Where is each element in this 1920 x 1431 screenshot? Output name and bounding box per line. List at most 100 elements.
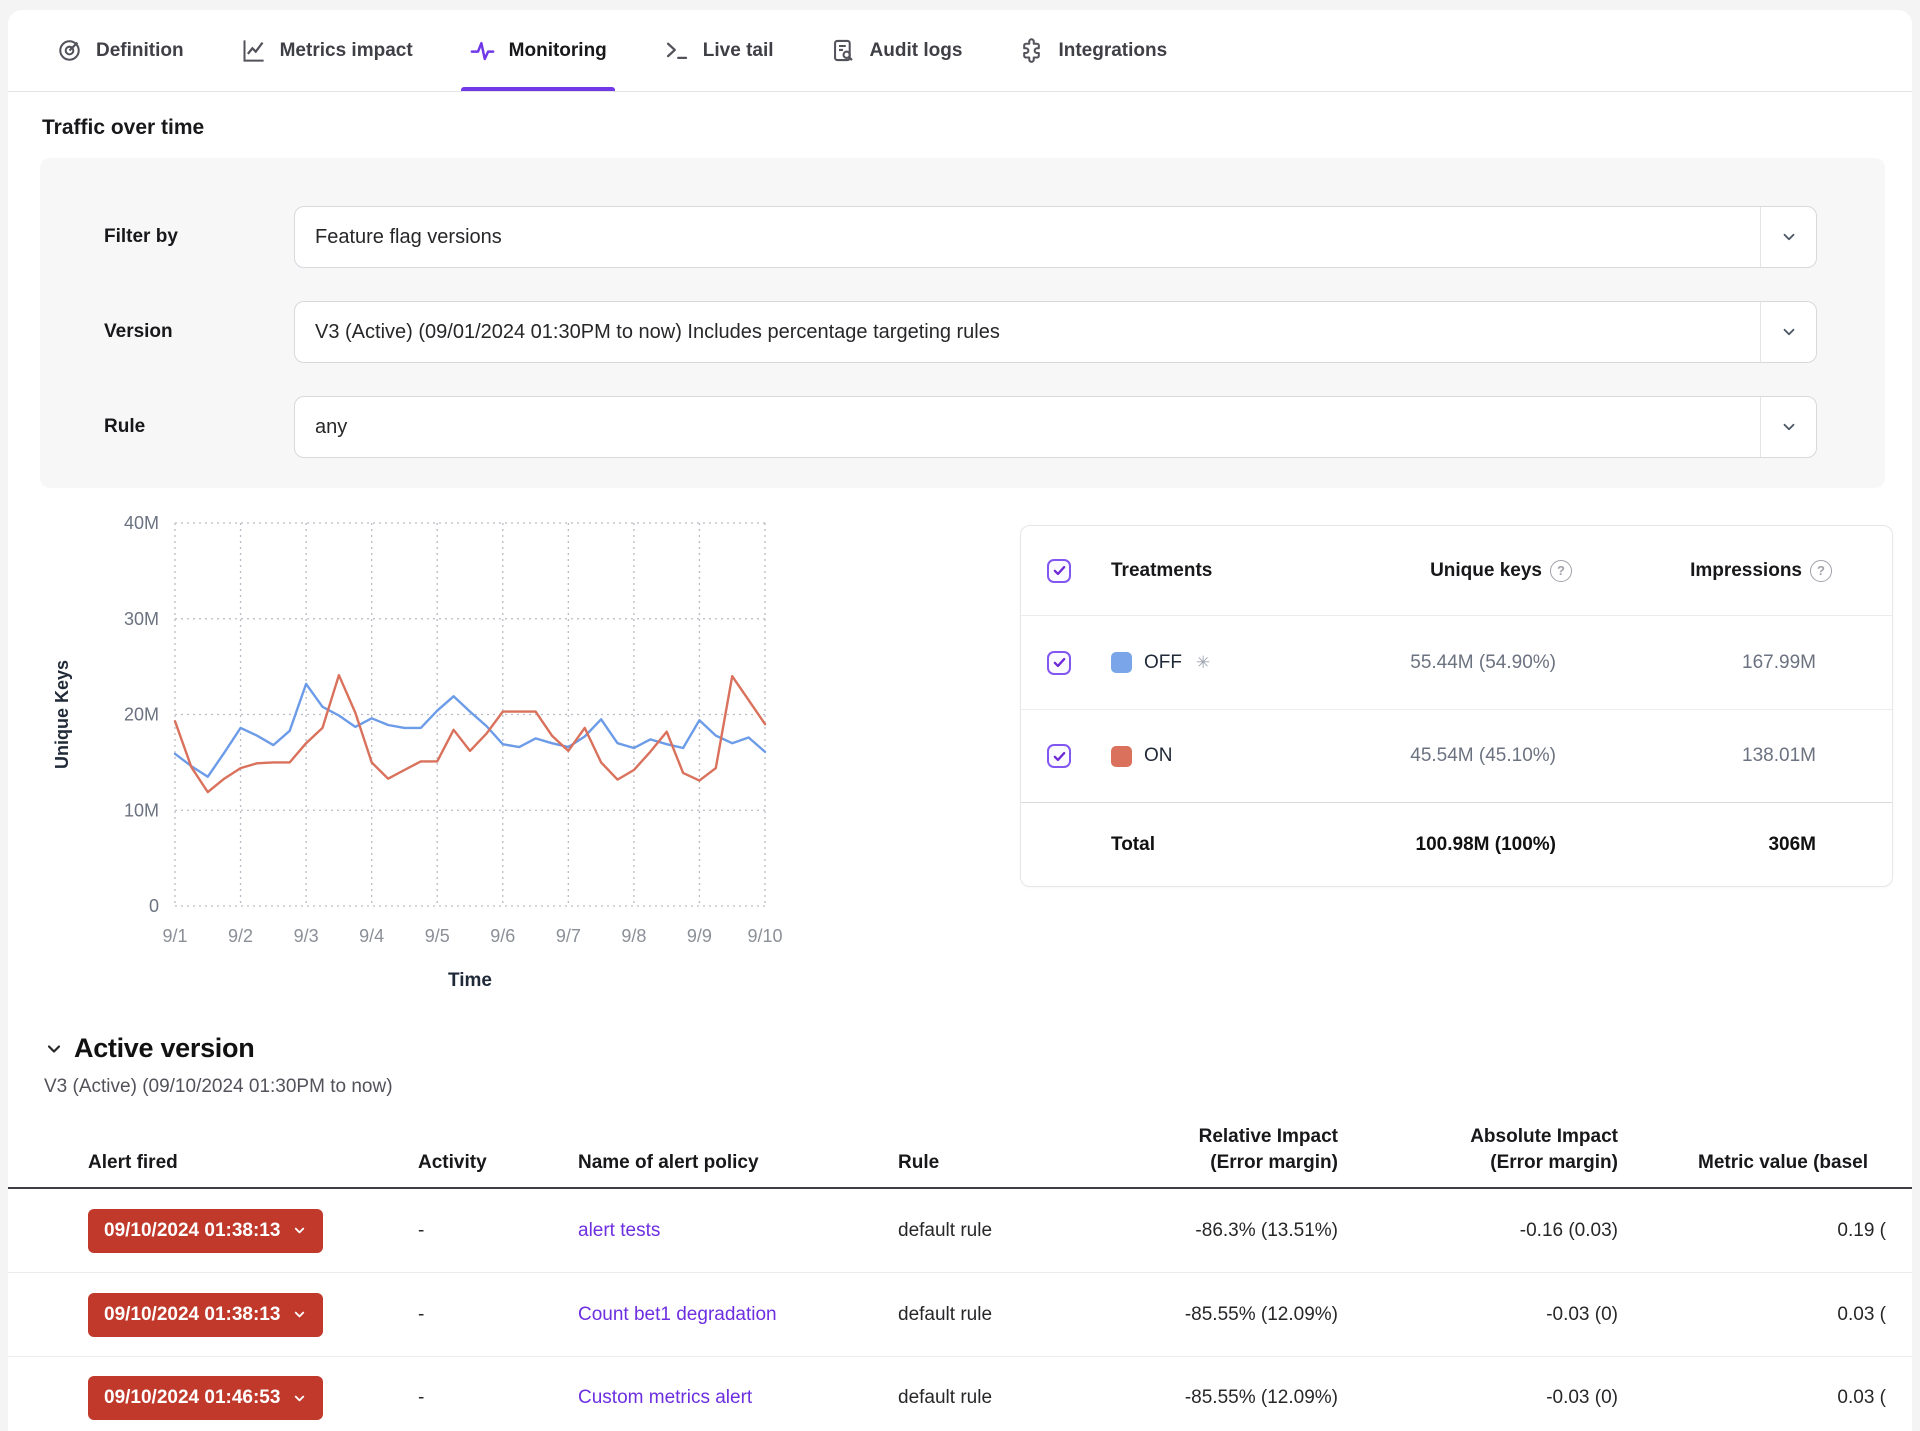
alert-activity: - — [418, 1220, 578, 1242]
page-title: Traffic over time — [42, 116, 1912, 140]
col-metric-value: Metric value (basel — [1618, 1150, 1912, 1176]
alert-absolute-impact: -0.03 (0) — [1338, 1387, 1618, 1409]
active-version-header[interactable]: Active version — [44, 1033, 1912, 1064]
col-rule: Rule — [898, 1150, 1068, 1176]
version-row: Version V3 (Active) (09/01/2024 01:30PM … — [104, 301, 1817, 363]
tab-bar: Definition Metrics impact Monitoring — [8, 10, 1912, 92]
alert-relative-impact: -86.3% (13.51%) — [1068, 1220, 1338, 1242]
on-unique-keys: 45.54M (45.10%) — [1286, 745, 1586, 767]
chevron-down-icon — [292, 1307, 307, 1322]
puzzle-icon — [1018, 37, 1045, 64]
svg-text:9/10: 9/10 — [747, 926, 782, 946]
svg-text:9/3: 9/3 — [294, 926, 319, 946]
alert-rule: default rule — [898, 1304, 1068, 1326]
alert-metric-value: 0.19 ( — [1618, 1220, 1912, 1242]
svg-text:9/8: 9/8 — [621, 926, 646, 946]
alert-activity: - — [418, 1387, 578, 1409]
tab-live-tail[interactable]: Live tail — [663, 10, 774, 91]
treatments-select-all-checkbox[interactable] — [1047, 559, 1071, 583]
alert-row: 09/10/2024 01:38:13 - alert tests defaul… — [8, 1189, 1912, 1273]
total-unique-keys: 100.98M (100%) — [1286, 834, 1586, 856]
alert-policy-link[interactable]: Count bet1 degradation — [578, 1304, 777, 1325]
main-panel: Definition Metrics impact Monitoring — [8, 10, 1912, 1431]
version-select[interactable]: V3 (Active) (09/01/2024 01:30PM to now) … — [294, 301, 1817, 363]
alert-relative-impact: -85.55% (12.09%) — [1068, 1387, 1338, 1409]
treatment-off-checkbox[interactable] — [1047, 651, 1071, 675]
svg-text:9/5: 9/5 — [425, 926, 450, 946]
target-icon — [56, 37, 83, 64]
filter-by-label: Filter by — [104, 226, 294, 248]
alert-fired-badge[interactable]: 09/10/2024 01:38:13 — [88, 1209, 323, 1253]
rule-label: Rule — [104, 416, 294, 438]
alert-row: 09/10/2024 01:38:13 - Count bet1 degrada… — [8, 1273, 1912, 1357]
killed-flag-icon: ✳ — [1196, 653, 1210, 673]
col-activity: Activity — [418, 1150, 578, 1176]
svg-text:9/1: 9/1 — [162, 926, 187, 946]
tab-integrations[interactable]: Integrations — [1018, 10, 1167, 91]
alert-fired-badge[interactable]: 09/10/2024 01:38:13 — [88, 1293, 323, 1337]
svg-text:9/4: 9/4 — [359, 926, 384, 946]
alert-row: 09/10/2024 01:46:53 - Custom metrics ale… — [8, 1357, 1912, 1431]
alert-policy-link[interactable]: alert tests — [578, 1220, 660, 1241]
document-search-icon — [830, 37, 857, 64]
tab-label: Metrics impact — [280, 40, 413, 62]
filter-by-select[interactable]: Feature flag versions — [294, 206, 1817, 268]
svg-text:9/9: 9/9 — [687, 926, 712, 946]
tab-metrics-impact[interactable]: Metrics impact — [240, 10, 413, 91]
alert-metric-value: 0.03 ( — [1618, 1304, 1912, 1326]
rule-row: Rule any — [104, 396, 1817, 458]
treatment-on-checkbox[interactable] — [1047, 744, 1071, 768]
col-absolute-impact: Absolute Impact (Error margin) — [1338, 1124, 1618, 1175]
tab-definition[interactable]: Definition — [56, 10, 184, 91]
tab-label: Monitoring — [509, 40, 607, 62]
chevron-down-icon — [44, 1039, 64, 1059]
treatment-name: OFF — [1144, 652, 1182, 674]
svg-text:9/2: 9/2 — [228, 926, 253, 946]
treatment-row-off: OFF ✳ 55.44M (54.90%) 167.99M — [1021, 616, 1892, 709]
total-impressions: 306M — [1586, 834, 1866, 856]
tab-audit-logs[interactable]: Audit logs — [830, 10, 963, 91]
rule-select[interactable]: any — [294, 396, 1817, 458]
help-icon[interactable]: ? — [1810, 560, 1832, 582]
unique-keys-col-header: Unique keys ? — [1286, 560, 1586, 582]
svg-text:Unique Keys: Unique Keys — [52, 660, 72, 769]
svg-text:9/7: 9/7 — [556, 926, 581, 946]
alert-rule: default rule — [898, 1220, 1068, 1242]
on-series-swatch — [1111, 746, 1132, 767]
tab-monitoring[interactable]: Monitoring — [469, 10, 607, 91]
traffic-line-chart: 010M20M30M40M9/19/29/39/49/59/69/79/89/9… — [38, 512, 838, 1012]
total-label: Total — [1111, 834, 1286, 856]
col-alert-fired: Alert fired — [88, 1150, 418, 1176]
active-version-title: Active version — [74, 1033, 254, 1064]
svg-text:Time: Time — [448, 970, 492, 991]
treatments-col-header: Treatments — [1111, 560, 1286, 582]
version-label: Version — [104, 321, 294, 343]
on-impressions: 138.01M — [1586, 745, 1866, 767]
help-icon[interactable]: ? — [1550, 560, 1572, 582]
treatments-total-row: Total 100.98M (100%) 306M — [1021, 802, 1892, 886]
chevron-down-icon — [292, 1391, 307, 1406]
col-relative-impact: Relative Impact (Error margin) — [1068, 1124, 1338, 1175]
terminal-icon — [663, 37, 690, 64]
alerts-table: Alert fired Activity Name of alert polic… — [8, 1124, 1912, 1431]
alert-rule: default rule — [898, 1387, 1068, 1409]
alert-activity: - — [418, 1304, 578, 1326]
svg-text:30M: 30M — [124, 609, 159, 629]
filter-by-value: Feature flag versions — [295, 226, 1760, 249]
chevron-down-icon — [1760, 207, 1816, 267]
svg-text:10M: 10M — [124, 800, 159, 820]
alert-fired-badge[interactable]: 09/10/2024 01:46:53 — [88, 1376, 323, 1420]
chevron-down-icon — [1760, 302, 1816, 362]
off-series-swatch — [1111, 652, 1132, 673]
alert-policy-link[interactable]: Custom metrics alert — [578, 1387, 752, 1408]
chevron-down-icon — [292, 1223, 307, 1238]
alert-relative-impact: -85.55% (12.09%) — [1068, 1304, 1338, 1326]
svg-text:20M: 20M — [124, 705, 159, 725]
off-impressions: 167.99M — [1586, 652, 1866, 674]
alerts-table-header: Alert fired Activity Name of alert polic… — [8, 1124, 1912, 1189]
alert-absolute-impact: -0.03 (0) — [1338, 1304, 1618, 1326]
filter-by-row: Filter by Feature flag versions — [104, 206, 1817, 268]
treatments-card: Treatments Unique keys ? Impressions ? O… — [1020, 525, 1893, 887]
rule-value: any — [295, 416, 1760, 439]
svg-text:9/6: 9/6 — [490, 926, 515, 946]
